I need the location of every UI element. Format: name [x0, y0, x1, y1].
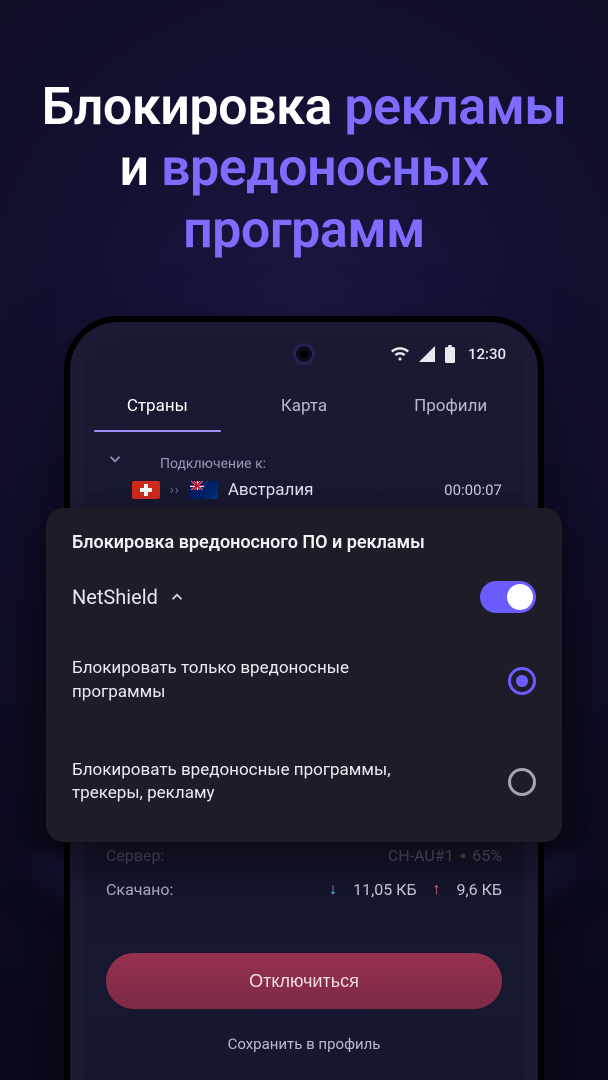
- hero-text-1: Блокировка: [42, 76, 345, 137]
- option-malware-only-radio[interactable]: [508, 667, 536, 695]
- arrow-down-icon: ↓: [329, 879, 337, 899]
- flag-australia-icon: [190, 481, 218, 499]
- tabs: Страны Карта Профили: [84, 384, 524, 432]
- sheet-title: Блокировка вредоносного ПО и рекламы: [72, 532, 536, 553]
- downloaded-label: Скачано:: [106, 880, 313, 899]
- hero-accent-1: рекламы: [344, 76, 566, 137]
- status-time: 12:30: [468, 345, 506, 363]
- chevron-up-icon: [168, 588, 186, 606]
- save-profile-link[interactable]: Сохранить в профиль: [84, 1035, 524, 1053]
- cell-signal-icon: [418, 346, 436, 362]
- wifi-icon: [390, 346, 410, 362]
- load-dot-icon: ●: [460, 849, 467, 862]
- option-malware-ads-label: Блокировать вредоносные программы, треке…: [72, 759, 432, 807]
- connection-timer: 00:00:07: [444, 481, 502, 499]
- tab-profiles[interactable]: Профили: [377, 384, 524, 432]
- option-malware-only-label: Блокировать только вредоносные программы: [72, 657, 432, 705]
- connection-block: Подключение к: ›› Австралия 00:00:07: [84, 432, 524, 510]
- tab-countries[interactable]: Страны: [84, 384, 231, 432]
- tab-map-label: Карта: [281, 396, 327, 416]
- netshield-row[interactable]: NetShield: [72, 585, 186, 609]
- tab-profiles-label: Профили: [414, 396, 487, 416]
- battery-icon: [444, 345, 456, 363]
- option-malware-ads-radio[interactable]: [508, 768, 536, 796]
- server-load: 65%: [472, 846, 502, 865]
- tab-map[interactable]: Карта: [231, 384, 378, 432]
- netshield-sheet: Блокировка вредоносного ПО и рекламы Net…: [46, 508, 562, 842]
- netshield-label: NetShield: [72, 585, 158, 609]
- chevron-down-icon[interactable]: [106, 450, 124, 472]
- hero-headline: Блокировка рекламы и вредоносных програм…: [0, 0, 608, 260]
- server-label: Сервер:: [106, 846, 164, 865]
- disconnect-button[interactable]: Отключиться: [106, 953, 502, 1009]
- flag-switzerland-icon: [132, 481, 160, 499]
- hero-accent-3: программ: [183, 199, 425, 260]
- upload-value: 9,6 КБ: [457, 880, 502, 899]
- camera-notch-icon: [296, 346, 312, 362]
- arrow-up-icon: ↑: [433, 879, 441, 899]
- hero-accent-2: вредоносных: [161, 137, 489, 198]
- connection-destination: Австралия: [228, 480, 314, 500]
- download-value: 11,05 КБ: [353, 880, 416, 899]
- stats-block: Сервер: CH-AU#1 ● 65% Скачано: ↓ 11,05 К…: [84, 840, 524, 899]
- status-bar: 12:30: [84, 336, 524, 372]
- tab-countries-label: Страны: [127, 396, 188, 416]
- netshield-toggle[interactable]: [480, 581, 536, 613]
- route-arrow-icon: ››: [170, 483, 180, 498]
- connection-label: Подключение к:: [160, 456, 266, 472]
- hero-text-2: и: [119, 137, 161, 198]
- server-value: CH-AU#1: [388, 846, 454, 865]
